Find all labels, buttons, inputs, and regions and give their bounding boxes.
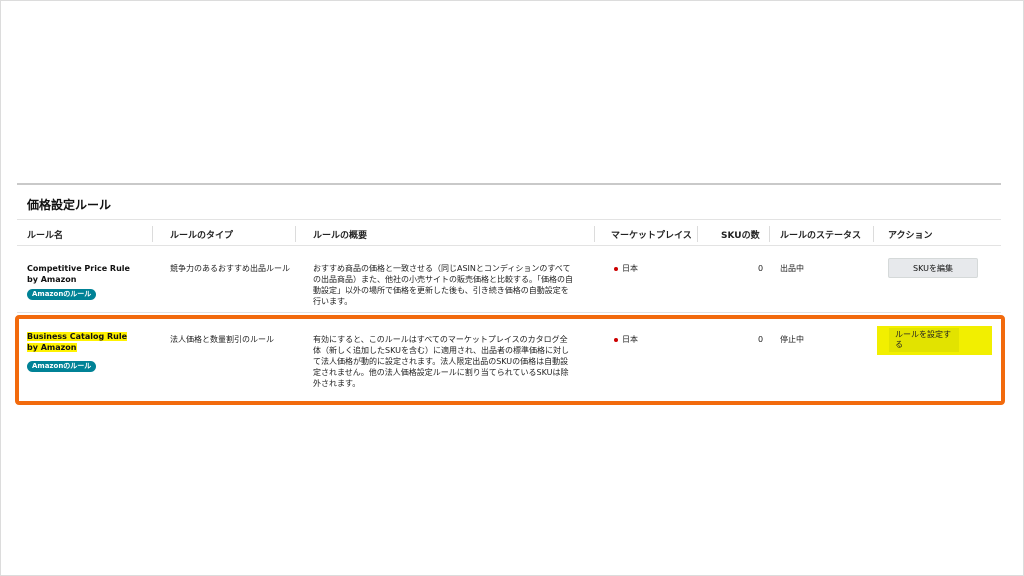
panel-title: 価格設定ルール	[27, 198, 112, 212]
sku-count: 0	[758, 264, 764, 273]
rule-status: 出品中	[780, 264, 804, 273]
row-divider	[17, 312, 1001, 313]
header-rule-type: ルールのタイプ	[170, 231, 234, 241]
amazon-rule-badge: Amazonのルール	[27, 289, 97, 300]
column-separator	[295, 226, 296, 242]
header-rule-summary: ルールの概要	[313, 231, 368, 241]
rule-name[interactable]: Competitive Price Rule by Amazon	[27, 263, 139, 285]
column-separator	[873, 226, 874, 242]
column-separator	[697, 226, 698, 242]
header-sku-count: SKUの数	[721, 231, 760, 241]
column-separator	[769, 226, 770, 242]
edit-sku-button[interactable]: SKUを編集	[888, 258, 978, 278]
rule-type: 競争力のあるおすすめ出品ルール	[170, 264, 290, 273]
column-separator	[152, 226, 153, 242]
title-divider	[17, 219, 1001, 220]
header-divider	[17, 245, 1001, 246]
header-marketplace: マーケットプレイス	[611, 231, 692, 241]
header-rule-status: ルールのステータス	[780, 231, 862, 241]
header-action: アクション	[888, 231, 933, 241]
column-separator	[594, 226, 595, 242]
marketplace: 日本	[614, 263, 638, 274]
rule-summary: おすすめ商品の価格と一致させる（同じASINとコンディションのすべての出品商品）…	[313, 264, 573, 306]
japan-flag-icon	[614, 266, 618, 271]
header-rule-name: ルール名	[27, 231, 64, 241]
emphasis-box	[15, 315, 1005, 405]
